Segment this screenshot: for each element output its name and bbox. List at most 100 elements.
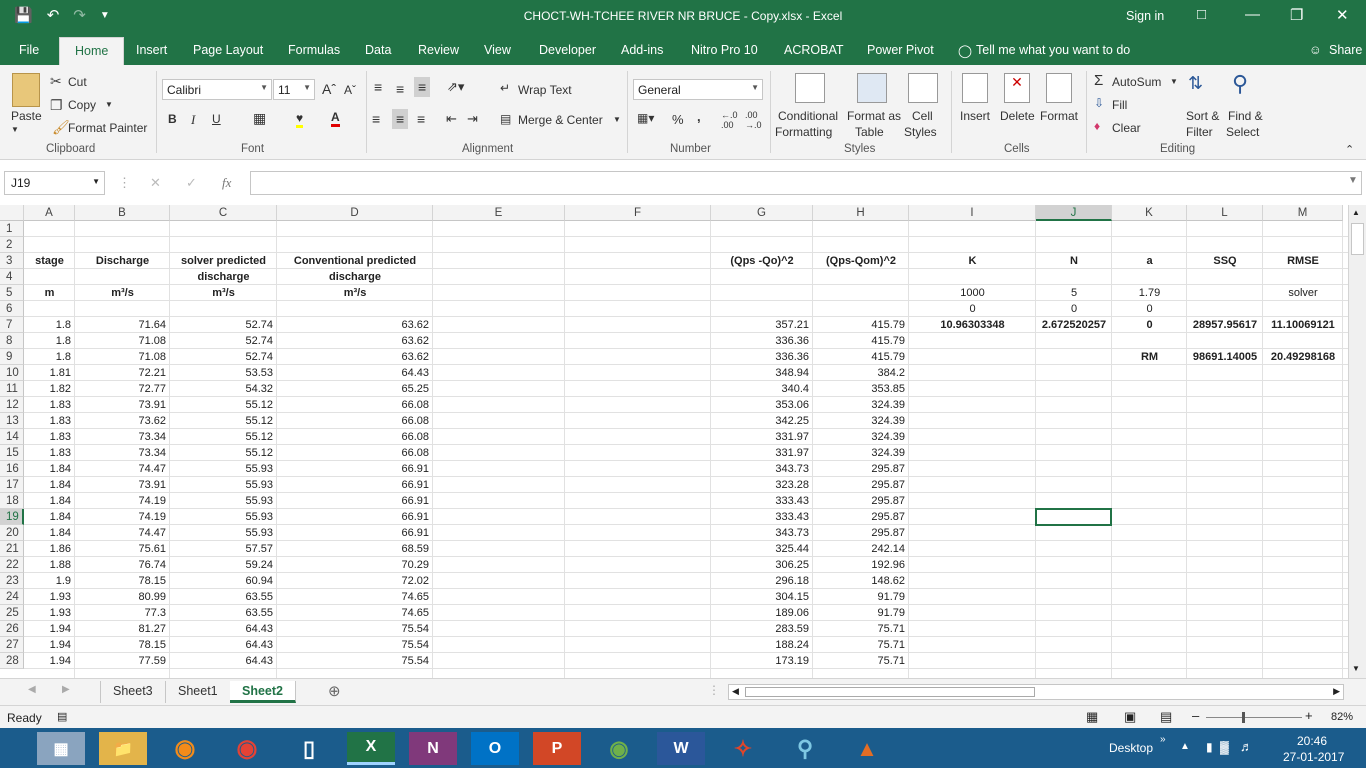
split-handle-icon[interactable]: ⋮ (708, 683, 720, 697)
table-cell[interactable]: 72.21 (75, 365, 170, 381)
align-center-icon[interactable]: ≡ (392, 109, 409, 129)
table-cell[interactable]: 72.02 (277, 573, 433, 589)
table-cell[interactable]: 63.62 (277, 317, 433, 333)
row-header-26[interactable]: 26 (0, 621, 24, 637)
cell-j7[interactable]: 2.672520257 (1036, 317, 1112, 333)
cell-i6[interactable]: 0 (909, 301, 1036, 317)
table-cell[interactable]: 55.93 (170, 477, 277, 493)
borders-icon[interactable]: ▦ (253, 110, 266, 127)
calculator-icon[interactable]: ▦ (37, 732, 85, 765)
row-header-18[interactable]: 18 (0, 493, 24, 509)
align-right-icon[interactable]: ≡ (417, 111, 425, 127)
zoom-level[interactable]: 82% (1331, 711, 1353, 723)
decrease-indent-icon[interactable]: ⇤ (446, 111, 457, 127)
row-header-1[interactable]: 1 (0, 221, 24, 237)
row-header-3[interactable]: 3 (0, 253, 24, 269)
fill-icon[interactable]: ⇩ (1094, 96, 1104, 110)
fill-button[interactable]: Fill (1112, 98, 1127, 112)
copy-dropdown-icon[interactable]: ▼ (105, 100, 113, 109)
cell-l7[interactable]: 28957.95617 (1187, 317, 1263, 333)
bold-icon[interactable]: B (168, 112, 177, 126)
table-cell[interactable]: 78.15 (75, 573, 170, 589)
table-cell[interactable]: 64.43 (170, 637, 277, 653)
table-cell[interactable]: 66.91 (277, 477, 433, 493)
row-header-6[interactable]: 6 (0, 301, 24, 317)
sort-filter-button[interactable]: Sort & (1186, 109, 1219, 123)
table-cell[interactable]: 295.87 (813, 461, 909, 477)
cell-c3[interactable]: solver predicted (170, 253, 277, 269)
font-name-select[interactable]: Calibri ▼ (162, 79, 272, 100)
worksheet-grid[interactable]: A B C D E F G H I J K L M 1 2 3 4 5 6 7 8 9 10 11 12 13 14 15 16 17 18… (0, 205, 1348, 678)
table-cell[interactable]: 74.47 (75, 461, 170, 477)
paste-icon[interactable] (12, 73, 40, 107)
decrease-font-icon[interactable]: Aˇ (344, 83, 356, 97)
find-icon[interactable]: ⚲ (1232, 71, 1248, 97)
table-cell[interactable]: 66.08 (277, 397, 433, 413)
row-header-28[interactable]: 28 (0, 653, 24, 669)
table-cell[interactable]: 68.59 (277, 541, 433, 557)
column-header-d[interactable]: D (277, 205, 433, 221)
cell-a3[interactable]: stage (24, 253, 75, 269)
orientation-icon[interactable]: ⇗▾ (447, 79, 464, 95)
table-cell[interactable]: 324.39 (813, 413, 909, 429)
tab-review[interactable]: Review (418, 43, 459, 57)
cell-h3[interactable]: (Qps-Qom)^2 (813, 253, 909, 269)
collapse-ribbon-icon[interactable]: ⌃ (1345, 143, 1354, 156)
table-cell[interactable]: 75.71 (813, 653, 909, 669)
merge-icon[interactable]: ▤ (500, 112, 511, 126)
tab-home[interactable]: Home (59, 37, 125, 65)
font-size-select[interactable]: 11 ▼ (273, 79, 315, 100)
cell-b5[interactable]: m³/s (75, 285, 170, 301)
merge-dropdown-icon[interactable]: ▼ (613, 115, 621, 124)
table-cell[interactable]: 336.36 (711, 333, 813, 349)
conditional-formatting-icon[interactable] (795, 73, 825, 103)
table-cell[interactable]: 71.08 (75, 349, 170, 365)
table-cell[interactable]: 296.18 (711, 573, 813, 589)
table-cell[interactable]: 357.21 (711, 317, 813, 333)
cell-styles-button[interactable]: Cell (912, 109, 933, 123)
table-cell[interactable]: 1.83 (24, 397, 75, 413)
table-cell[interactable]: 76.74 (75, 557, 170, 573)
table-cell[interactable]: 1.84 (24, 525, 75, 541)
table-cell[interactable]: 283.59 (711, 621, 813, 637)
table-cell[interactable]: 353.06 (711, 397, 813, 413)
table-cell[interactable]: 415.79 (813, 333, 909, 349)
cell-i5[interactable]: 1000 (909, 285, 1036, 301)
onenote-icon[interactable]: N (409, 732, 457, 765)
file-explorer-icon[interactable]: 📁 (99, 732, 147, 765)
tab-nitro[interactable]: Nitro Pro 10 (691, 43, 758, 57)
table-cell[interactable]: 1.82 (24, 381, 75, 397)
row-header-21[interactable]: 21 (0, 541, 24, 557)
nitro-icon[interactable]: ✧ (719, 732, 767, 765)
table-cell[interactable]: 55.12 (170, 429, 277, 445)
row-header-25[interactable]: 25 (0, 605, 24, 621)
macro-record-icon[interactable]: ▤ (57, 710, 67, 723)
desktop-toolbar[interactable]: Desktop (1109, 741, 1153, 755)
scroll-thumb[interactable] (1351, 223, 1364, 255)
cell-k3[interactable]: a (1112, 253, 1187, 269)
cell-styles-icon[interactable] (908, 73, 938, 103)
cut-icon[interactable]: ✂ (50, 73, 62, 90)
insert-button[interactable]: Insert (960, 109, 990, 123)
cell-i7[interactable]: 10.96303348 (909, 317, 1036, 333)
table-cell[interactable]: 1.94 (24, 637, 75, 653)
tab-developer[interactable]: Developer (539, 43, 596, 57)
table-cell[interactable]: 66.91 (277, 509, 433, 525)
table-cell[interactable]: 66.08 (277, 429, 433, 445)
table-cell[interactable]: 64.43 (170, 653, 277, 669)
row-header-20[interactable]: 20 (0, 525, 24, 541)
table-cell[interactable]: 323.28 (711, 477, 813, 493)
cell-a5[interactable]: m (24, 285, 75, 301)
table-cell[interactable]: 1.83 (24, 429, 75, 445)
table-cell[interactable]: 75.54 (277, 621, 433, 637)
table-cell[interactable]: 343.73 (711, 461, 813, 477)
table-cell[interactable]: 55.12 (170, 397, 277, 413)
table-cell[interactable]: 63.62 (277, 333, 433, 349)
delete-button[interactable]: Delete (1000, 109, 1035, 123)
table-cell[interactable]: 52.74 (170, 317, 277, 333)
table-cell[interactable]: 74.19 (75, 493, 170, 509)
outlook-icon[interactable]: O (471, 732, 519, 765)
table-cell[interactable]: 192.96 (813, 557, 909, 573)
copy-icon[interactable]: ❐ (50, 97, 63, 114)
active-cell-j19[interactable] (1035, 508, 1112, 526)
